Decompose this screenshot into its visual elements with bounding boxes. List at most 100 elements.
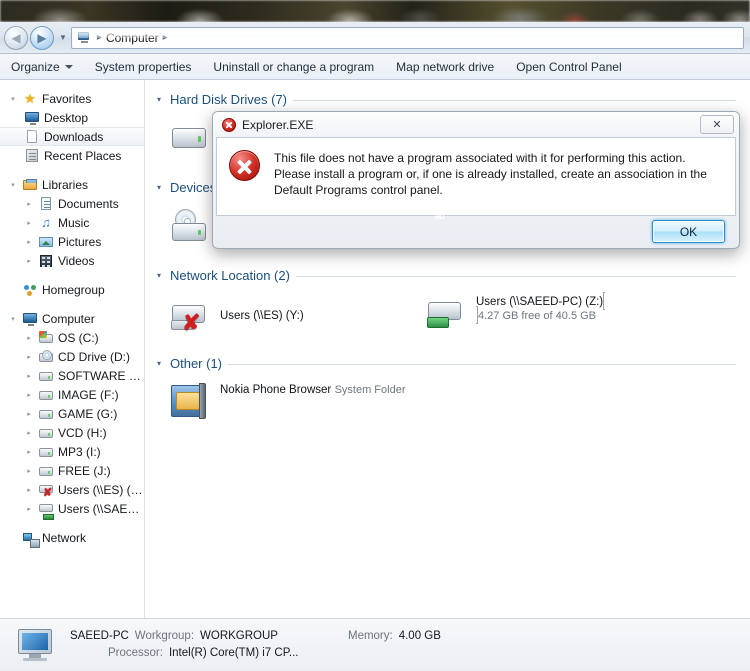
network-drive-icon: [424, 292, 468, 332]
folder-tile-nokia-phone-browser[interactable]: Nokia Phone Browser System Folder: [160, 374, 416, 432]
sidebar-label: Users (\\SAEED-PC): [58, 501, 144, 516]
details-text-grid: SAEED-PC Workgroup: WORKGROUP Memory: 4.…: [70, 628, 441, 662]
sidebar-label: Documents: [58, 196, 119, 211]
collapse-arrow-icon[interactable]: ▾: [154, 359, 164, 368]
navigation-pane[interactable]: ▾ ★ Favorites Desktop Downloads Recent P…: [0, 80, 145, 618]
collapse-arrow-icon[interactable]: ▾: [154, 95, 164, 104]
sidebar-item-computer[interactable]: ▾ Computer: [0, 309, 144, 328]
sidebar-item-software-e[interactable]: ▸ SOFTWARE (E:): [0, 366, 144, 385]
tile-grid-other: Nokia Phone Browser System Folder: [146, 374, 750, 432]
expander-icon[interactable]: ▸: [24, 391, 34, 399]
sidebar-item-homegroup[interactable]: Homegroup: [0, 280, 144, 299]
network-icon: [22, 530, 40, 548]
system-properties-label: System properties: [94, 59, 192, 74]
ok-button[interactable]: OK: [652, 220, 725, 243]
sidebar-item-network[interactable]: Network: [0, 528, 144, 548]
memory-value: 4.00 GB: [398, 630, 441, 642]
music-library-icon: ♫: [41, 214, 51, 230]
recent-places-icon: [24, 148, 40, 164]
sidebar-item-image-f[interactable]: ▸ IMAGE (F:): [0, 385, 144, 404]
sidebar-label: CD Drive (D:): [58, 349, 130, 364]
expander-icon[interactable]: ▸: [24, 334, 34, 342]
close-icon[interactable]: ✕: [700, 115, 734, 134]
expander-icon[interactable]: ▸: [24, 257, 34, 265]
expander-icon[interactable]: ▸: [24, 505, 34, 513]
memory-label: Memory:: [347, 630, 393, 642]
group-divider: [293, 99, 736, 101]
computer-name: SAEED-PC: [70, 630, 129, 642]
phone-browser-folder-icon: [168, 380, 212, 420]
breadcrumb-computer[interactable]: Computer: [106, 31, 159, 45]
expander-icon[interactable]: ▸: [24, 353, 34, 361]
forward-button[interactable]: ▶: [30, 25, 54, 50]
breadcrumb-separator-icon-2[interactable]: ▸: [163, 32, 168, 43]
sidebar-item-users-es-y[interactable]: ▸ ✘ Users (\\ES) (Y:): [0, 480, 144, 499]
bd-badge-label: BD: [435, 214, 445, 221]
drive-tile-users-saeed-pc-z[interactable]: Users (\\SAEED-PC) (Z:) 4.27 GB free of …: [416, 286, 672, 344]
uninstall-change-program-button[interactable]: Uninstall or change a program: [202, 54, 385, 80]
sidebar-item-recent-places[interactable]: Recent Places: [0, 146, 144, 165]
sidebar-label: MP3 (I:): [58, 444, 101, 459]
expander-icon[interactable]: ▸: [24, 486, 34, 494]
collapse-arrow-icon[interactable]: ▾: [154, 183, 164, 192]
cd-drive-icon: [38, 349, 54, 365]
sidebar-item-users-saeed-pc[interactable]: ▸ Users (\\SAEED-PC): [0, 499, 144, 520]
uninstall-change-program-label: Uninstall or change a program: [213, 59, 375, 74]
explorer-window: ◀ ▶ ▼ ▸ Computer ▸ Organize System prope…: [0, 0, 750, 671]
sidebar-item-documents[interactable]: ▸ Documents: [0, 194, 144, 213]
collapse-arrow-icon[interactable]: ▾: [154, 271, 164, 280]
sidebar-item-vcd-h[interactable]: ▸ VCD (H:): [0, 423, 144, 442]
group-header-other[interactable]: ▾ Other (1): [146, 352, 750, 374]
sidebar-label: GAME (G:): [58, 406, 118, 421]
expander-icon[interactable]: ▾: [8, 95, 18, 103]
sidebar-item-libraries[interactable]: ▾ Libraries: [0, 175, 144, 194]
computer-icon: [22, 311, 38, 327]
map-network-drive-button[interactable]: Map network drive: [385, 54, 505, 80]
sidebar-label: SOFTWARE (E:): [58, 368, 144, 383]
organize-button[interactable]: Organize: [0, 54, 84, 80]
details-row-processor: Processor: Intel(R) Core(TM) i7 CP...: [70, 645, 441, 662]
sidebar-item-videos[interactable]: ▸ Videos: [0, 251, 144, 270]
tile-body: Nokia Phone Browser System Folder: [220, 380, 412, 396]
navigation-bar: ◀ ▶ ▼ ▸ Computer ▸: [0, 22, 750, 54]
expander-icon[interactable]: ▸: [24, 238, 34, 246]
expander-icon[interactable]: ▸: [24, 372, 34, 380]
sidebar-label: Recent Places: [44, 148, 122, 163]
address-bar[interactable]: ▸ Computer ▸: [70, 26, 744, 49]
sidebar-label: Desktop: [44, 110, 89, 125]
hard-drive-icon: [38, 406, 54, 422]
drive-tile-users-es-y[interactable]: ✘ Users (\\ES) (Y:): [160, 286, 416, 344]
sidebar-item-desktop[interactable]: Desktop: [0, 108, 144, 127]
expander-icon[interactable]: ▸: [24, 200, 34, 208]
system-properties-button[interactable]: System properties: [84, 54, 203, 80]
open-control-panel-button[interactable]: Open Control Panel: [505, 54, 632, 80]
breadcrumb-separator-icon[interactable]: ▸: [97, 32, 102, 43]
windows-drive-icon: [38, 330, 54, 346]
group-header-network-location[interactable]: ▾ Network Location (2): [146, 264, 750, 286]
workgroup-label: Workgroup:: [134, 630, 195, 642]
sidebar-item-game-g[interactable]: ▸ GAME (G:): [0, 404, 144, 423]
expander-icon[interactable]: ▸: [24, 219, 34, 227]
expander-icon[interactable]: ▸: [24, 410, 34, 418]
window-titlebar-glass: [0, 0, 750, 22]
sidebar-item-cd-drive-d[interactable]: ▸ CD Drive (D:): [0, 347, 144, 366]
expander-icon[interactable]: ▾: [8, 315, 18, 323]
group-title: Devices: [170, 179, 217, 195]
sidebar-label: Favorites: [42, 91, 92, 106]
sidebar-item-downloads[interactable]: Downloads: [0, 127, 144, 146]
sidebar-item-mp3-i[interactable]: ▸ MP3 (I:): [0, 442, 144, 461]
back-button[interactable]: ◀: [4, 25, 28, 50]
sidebar-item-favorites[interactable]: ▾ ★ Favorites: [0, 89, 144, 108]
expander-icon[interactable]: ▸: [24, 448, 34, 456]
recent-pages-dropdown-icon[interactable]: ▼: [59, 33, 67, 42]
sidebar-item-os-c[interactable]: ▸ OS (C:): [0, 328, 144, 347]
expander-icon[interactable]: ▾: [8, 181, 18, 189]
sidebar-item-music[interactable]: ▸ ♫ Music: [0, 213, 144, 232]
expander-icon[interactable]: ▸: [24, 429, 34, 437]
sidebar-item-free-j[interactable]: ▸ FREE (J:): [0, 461, 144, 480]
group-header-hard-disk-drives[interactable]: ▾ Hard Disk Drives (7): [146, 88, 750, 110]
sidebar-item-pictures[interactable]: ▸ Pictures: [0, 232, 144, 251]
expander-icon[interactable]: ▸: [24, 467, 34, 475]
